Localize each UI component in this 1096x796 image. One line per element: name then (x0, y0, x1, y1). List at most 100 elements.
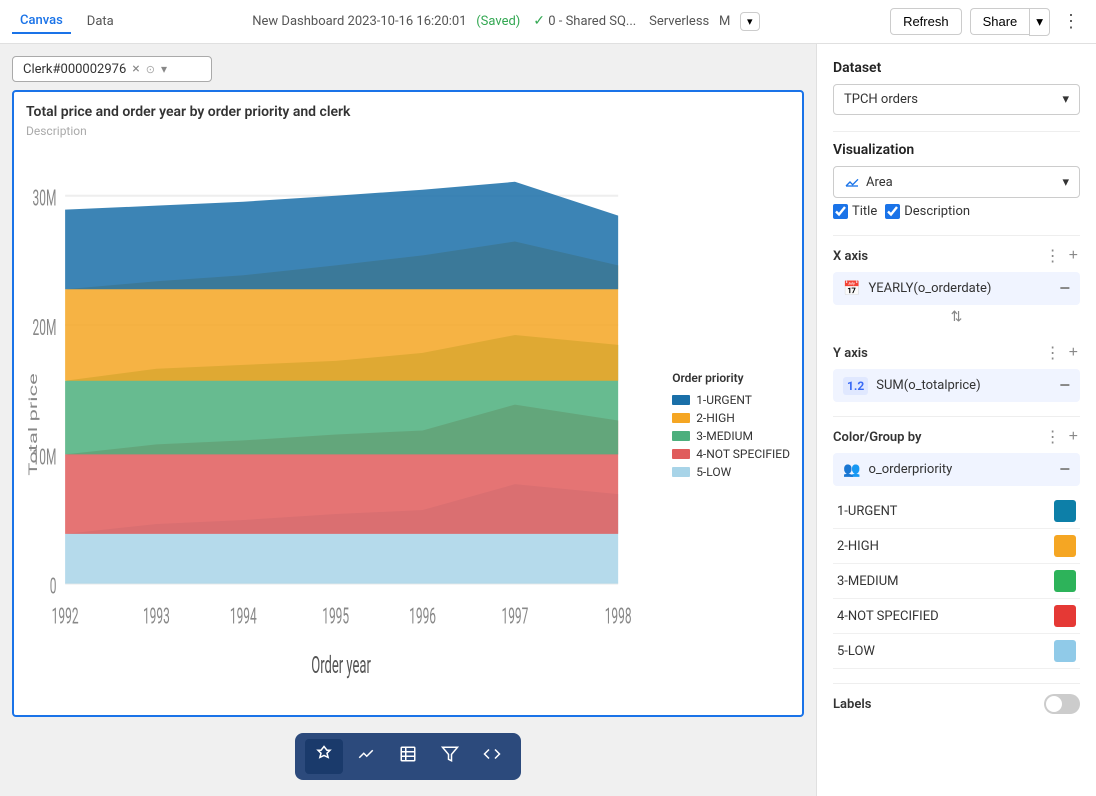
refresh-button[interactable]: Refresh (890, 8, 962, 35)
filter-dropdown-icon[interactable]: ▾ (161, 62, 167, 76)
dataset-dropdown-icon: ▾ (1062, 92, 1069, 107)
toolbar-code-button[interactable] (473, 739, 511, 774)
color-swatch-not-specified[interactable] (1054, 605, 1076, 627)
color-swatch-low[interactable] (1054, 640, 1076, 662)
color-group-field-item: 👥 o_orderpriority − (833, 453, 1080, 486)
labels-label: Labels (833, 697, 871, 712)
dataset-dropdown[interactable]: TPCH orders ▾ (833, 84, 1080, 115)
y-axis-remove-button[interactable]: − (1059, 375, 1070, 396)
filter-tag[interactable]: Clerk#000002976 × ⊙ ▾ (12, 56, 212, 82)
legend-item-not-specified: 4-NOT SPECIFIED (672, 447, 790, 461)
y-axis-section: Y axis ⋮ + 1.2 SUM(o_totalprice) − (833, 343, 1080, 402)
divider-3 (833, 416, 1080, 417)
title-checkbox-label: Title (852, 204, 877, 219)
color-entry-label-not-specified: 4-NOT SPECIFIED (837, 609, 939, 624)
legend-color-low (672, 467, 690, 477)
color-entry-label-medium: 3-MEDIUM (837, 574, 898, 589)
svg-text:30M: 30M (33, 187, 57, 212)
color-group-more-button[interactable]: ⋮ (1043, 427, 1063, 447)
x-axis-actions: ⋮ + (1043, 246, 1080, 266)
filter-icon (441, 745, 459, 763)
chart-icon (357, 745, 375, 763)
toolbar-panel (295, 733, 521, 780)
x-axis-add-button[interactable]: + (1067, 246, 1080, 266)
x-axis-field-inner: 📅 YEARLY(o_orderdate) (843, 281, 991, 297)
tab-canvas[interactable]: Canvas (12, 9, 71, 34)
legend-color-not-specified (672, 449, 690, 459)
compute-label: Serverless (649, 14, 709, 29)
chart-description: Description (26, 124, 790, 138)
svg-text:1992: 1992 (52, 605, 79, 630)
code-icon (483, 745, 501, 763)
svg-text:1997: 1997 (502, 605, 529, 630)
visualization-value: Area (866, 175, 893, 190)
x-axis-remove-button[interactable]: − (1059, 278, 1070, 299)
toggle-knob (1046, 696, 1062, 712)
color-entry-not-specified: 4-NOT SPECIFIED (833, 599, 1080, 634)
share-main-button[interactable]: Share (970, 8, 1030, 35)
right-panel: Dataset TPCH orders ▾ Visualization Area… (816, 44, 1096, 796)
color-entry-low: 5-LOW (833, 634, 1080, 669)
toolbar-filter-button[interactable] (431, 739, 469, 774)
title-checkbox[interactable] (833, 204, 848, 219)
legend-item-medium: 3-MEDIUM (672, 429, 790, 443)
color-entries: 1-URGENT 2-HIGH 3-MEDIUM 4-NOT SPECIFIED… (833, 494, 1080, 669)
color-group-remove-button[interactable]: − (1059, 459, 1070, 480)
db-badge: ✓ 0 - Shared SQ... (533, 14, 639, 29)
color-group-field: o_orderpriority (868, 462, 952, 477)
description-checkbox-label: Description (904, 204, 970, 219)
x-axis-more-button[interactable]: ⋮ (1043, 246, 1063, 266)
color-group-label: Color/Group by (833, 430, 921, 445)
color-group-add-button[interactable]: + (1067, 427, 1080, 447)
tab-data[interactable]: Data (79, 10, 122, 33)
legend-label-low: 5-LOW (696, 465, 731, 479)
more-options-button[interactable]: ⋮ (1058, 7, 1084, 36)
legend-item-high: 2-HIGH (672, 411, 790, 425)
color-swatch-urgent[interactable] (1054, 500, 1076, 522)
compute-dropdown[interactable]: ▾ (740, 12, 760, 31)
legend-label-not-specified: 4-NOT SPECIFIED (696, 447, 790, 461)
color-group-actions: ⋮ + (1043, 427, 1080, 447)
filter-tag-text: Clerk#000002976 (23, 62, 126, 77)
title-checkbox-item: Title (833, 204, 877, 219)
viz-dropdown-icon: ▾ (1062, 175, 1069, 190)
viz-checkboxes: Title Description (833, 204, 1080, 219)
visualization-dropdown[interactable]: Area ▾ (833, 166, 1080, 198)
x-axis-section: X axis ⋮ + 📅 YEARLY(o_orderdate) − ⇅ (833, 246, 1080, 329)
calendar-icon: 📅 (843, 281, 860, 297)
chart-container: Total price and order year by order prio… (12, 90, 804, 717)
description-checkbox[interactable] (885, 204, 900, 219)
bottom-toolbar (12, 725, 804, 784)
compute-size: M (719, 14, 730, 29)
legend-item-urgent: 1-URGENT (672, 393, 790, 407)
color-group-section: Color/Group by ⋮ + 👥 o_orderpriority − 1… (833, 427, 1080, 669)
svg-text:1996: 1996 (409, 605, 436, 630)
x-axis-field-item: 📅 YEARLY(o_orderdate) − (833, 272, 1080, 305)
chart-title: Total price and order year by order prio… (26, 104, 790, 120)
toolbar-add-button[interactable] (305, 739, 343, 774)
share-caret-button[interactable]: ▾ (1029, 8, 1050, 36)
y-axis-field: SUM(o_totalprice) (876, 378, 980, 393)
divider-2 (833, 235, 1080, 236)
legend-item-low: 5-LOW (672, 465, 790, 479)
y-axis-more-button[interactable]: ⋮ (1043, 343, 1063, 363)
y-axis-add-button[interactable]: + (1067, 343, 1080, 363)
color-swatch-high[interactable] (1054, 535, 1076, 557)
share-button-group: Share ▾ (970, 8, 1050, 36)
viz-select-inner: Area (844, 174, 893, 190)
svg-text:Order year: Order year (311, 651, 371, 680)
toolbar-chart-button[interactable] (347, 739, 385, 774)
chart-svg: 30M 20M 10M 0 Total price (26, 146, 656, 703)
y-axis-actions: ⋮ + (1043, 343, 1080, 363)
dataset-label: Dataset (833, 60, 1080, 76)
x-axis-field: YEARLY(o_orderdate) (868, 281, 991, 296)
toolbar-table-button[interactable] (389, 739, 427, 774)
color-swatch-medium[interactable] (1054, 570, 1076, 592)
filter-clear-button[interactable]: × (132, 61, 139, 77)
numeric-type-icon: 1.2 (843, 377, 868, 395)
header: Canvas Data New Dashboard 2023-10-16 16:… (0, 0, 1096, 44)
labels-toggle[interactable] (1044, 694, 1080, 714)
divider-4 (833, 683, 1080, 684)
svg-text:1995: 1995 (322, 605, 349, 630)
color-entry-urgent: 1-URGENT (833, 494, 1080, 529)
